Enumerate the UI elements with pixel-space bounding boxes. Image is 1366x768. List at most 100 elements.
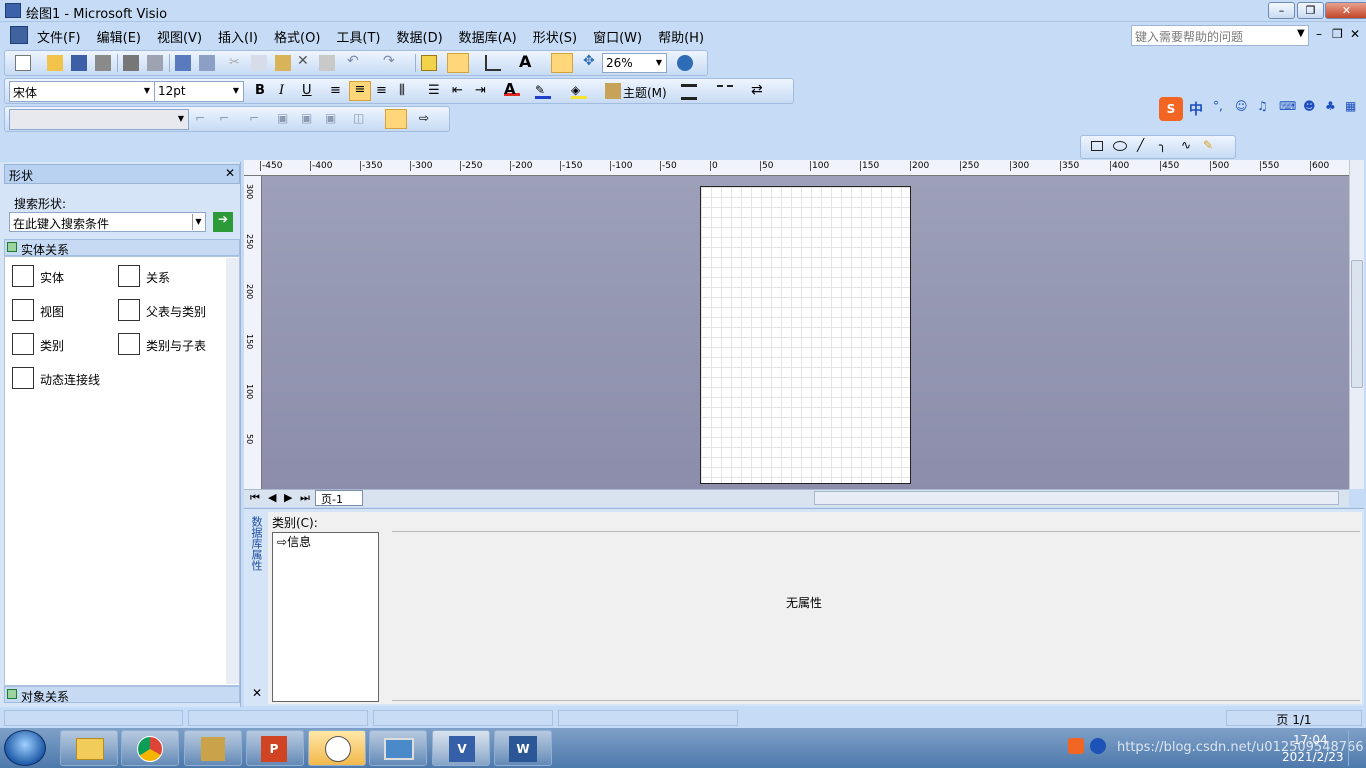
connector-tool-icon[interactable] [485, 55, 501, 71]
qq-task[interactable] [308, 730, 366, 766]
stencil-scrollbar[interactable] [226, 258, 239, 684]
rotate-icon[interactable]: ◫ [353, 111, 369, 127]
category-list[interactable]: ⇨信息 [272, 532, 379, 702]
minimize-button[interactable]: – [1268, 2, 1295, 19]
list-item[interactable]: ⇨信息 [273, 533, 378, 550]
distribute-icon[interactable]: ⫼ [399, 83, 415, 99]
menu-item[interactable]: 插入(I) [218, 27, 258, 46]
connect-shapes-icon[interactable]: ⌐ [249, 111, 265, 127]
print-icon[interactable] [95, 55, 111, 71]
start-button[interactable] [4, 730, 46, 766]
help-tray-icon[interactable] [1090, 738, 1106, 754]
paste-icon[interactable] [275, 55, 291, 71]
last-page-icon[interactable]: ⏭ [300, 491, 310, 505]
line-tool-icon[interactable]: ╱ [1137, 138, 1153, 154]
decrease-indent-icon[interactable]: ⇤ [452, 83, 468, 99]
print-preview-icon[interactable] [123, 55, 139, 71]
chinese-mode-icon[interactable]: 中 [1189, 99, 1205, 118]
menu-item[interactable]: 数据(D) [397, 27, 443, 46]
help-search-input[interactable]: 键入需要帮助的问题 [1131, 25, 1309, 46]
line-color-icon[interactable]: ✎ [535, 83, 551, 99]
save-icon[interactable] [71, 55, 87, 71]
doc-restore-button[interactable]: ❐ [1332, 27, 1343, 41]
shape-item[interactable]: 实体 [10, 264, 114, 290]
powerpoint-task[interactable]: P [246, 730, 304, 766]
menu-item[interactable]: 窗口(W) [593, 27, 642, 46]
italic-button[interactable]: I [279, 83, 295, 99]
explorer-task[interactable] [60, 730, 118, 766]
bottom-stencil-bar[interactable]: 对象关系 [4, 686, 240, 704]
cut-icon[interactable]: ✂ [229, 55, 245, 71]
microphone-icon[interactable]: ♫ [1257, 99, 1273, 115]
tools-task[interactable] [184, 730, 242, 766]
shapes-window-icon[interactable] [421, 55, 437, 71]
menu-item[interactable]: 格式(O) [274, 27, 320, 46]
arc-tool-icon[interactable]: ╮ [1159, 138, 1175, 154]
bullets-icon[interactable]: ☰ [428, 83, 444, 99]
format-painter-icon[interactable] [319, 55, 335, 71]
doc-minimize-button[interactable]: – [1316, 27, 1322, 41]
keyboard-icon[interactable]: ⌨ [1279, 99, 1296, 115]
font-color-icon[interactable]: A [504, 80, 520, 98]
fill-color-icon[interactable]: ◈ [571, 83, 587, 99]
theme-button[interactable]: 主题(M) [623, 84, 667, 101]
close-icon[interactable]: ✕ [252, 686, 262, 700]
help-icon[interactable] [677, 55, 693, 71]
search-go-button[interactable]: ➔ [213, 212, 233, 232]
scroll-thumb[interactable] [1351, 260, 1363, 388]
ellipse-tool-icon[interactable] [1113, 141, 1127, 151]
restore-button[interactable]: ❐ [1297, 2, 1324, 19]
vertical-scrollbar[interactable] [1349, 160, 1364, 489]
line-ends-icon[interactable]: ⇄ [751, 82, 767, 98]
sogou-icon[interactable]: S [1159, 97, 1183, 121]
word-task[interactable]: W [494, 730, 552, 766]
bring-forward-icon[interactable]: ▣ [301, 111, 317, 127]
layout-icon[interactable] [385, 109, 407, 129]
undo-icon[interactable]: ↶ [347, 53, 363, 69]
zoom-select[interactable]: 26% ▼ [602, 53, 667, 73]
show-desktop-button[interactable] [1348, 730, 1364, 766]
redo-icon[interactable]: ↷ [383, 53, 399, 69]
close-button[interactable]: ✕ [1325, 2, 1366, 19]
pencil-tool-icon[interactable]: ✎ [1203, 138, 1219, 154]
help-dropdown-arrow[interactable]: ▼ [1297, 28, 1305, 39]
shape-item[interactable]: 类别与子表 [116, 332, 220, 358]
align-shapes-icon[interactable]: ⌐ [195, 111, 211, 127]
send-backward-icon[interactable]: ▣ [325, 111, 341, 127]
bold-button[interactable]: B [255, 83, 271, 99]
align-center-icon[interactable]: ≡ [349, 81, 371, 101]
menu-item[interactable]: 数据库(A) [459, 27, 517, 46]
font-select[interactable]: 宋体 ▼ [9, 81, 155, 102]
copy-icon[interactable] [251, 55, 267, 71]
research-icon[interactable] [199, 55, 215, 71]
connection-point-tool-icon[interactable] [551, 53, 573, 73]
prev-page-icon[interactable]: ◀ [268, 491, 276, 504]
user-icon[interactable]: ☻ [1303, 99, 1319, 115]
shape-item[interactable]: 父表与类别 [116, 298, 220, 324]
horizontal-scrollbar[interactable] [814, 491, 1339, 505]
menu-item[interactable]: 形状(S) [533, 27, 577, 46]
menu-item[interactable]: 文件(F) [37, 27, 81, 46]
pointer-tool-icon[interactable] [447, 53, 469, 73]
emoji-icon[interactable]: ☺ [1235, 99, 1251, 115]
photo-viewer-task[interactable] [369, 730, 427, 766]
spelling-icon[interactable] [175, 55, 191, 71]
shape-item[interactable]: 动态连接线 [10, 366, 114, 392]
line-weight-icon[interactable] [681, 84, 697, 100]
visio-task[interactable]: V [432, 730, 490, 766]
find-icon[interactable] [147, 55, 163, 71]
sogou-tray-icon[interactable] [1068, 738, 1084, 754]
align-right-icon[interactable]: ≡ [376, 83, 392, 99]
text-tool-icon[interactable]: A [519, 52, 535, 71]
distribute-shapes-icon[interactable]: ⌐ [219, 111, 235, 127]
font-size-select[interactable]: 12pt ▼ [154, 81, 244, 102]
rectangle-tool-icon[interactable] [1091, 141, 1103, 151]
theme-icon[interactable] [605, 83, 621, 99]
menu-item[interactable]: 工具(T) [336, 27, 380, 46]
new-icon[interactable] [15, 55, 31, 71]
menu-item[interactable]: 帮助(H) [658, 27, 704, 46]
next-page-icon[interactable]: ▶ [284, 491, 292, 504]
underline-button[interactable]: U [302, 83, 318, 99]
stencil-title-bar[interactable]: 实体关系 [4, 239, 240, 257]
shape-item[interactable]: 类别 [10, 332, 114, 358]
